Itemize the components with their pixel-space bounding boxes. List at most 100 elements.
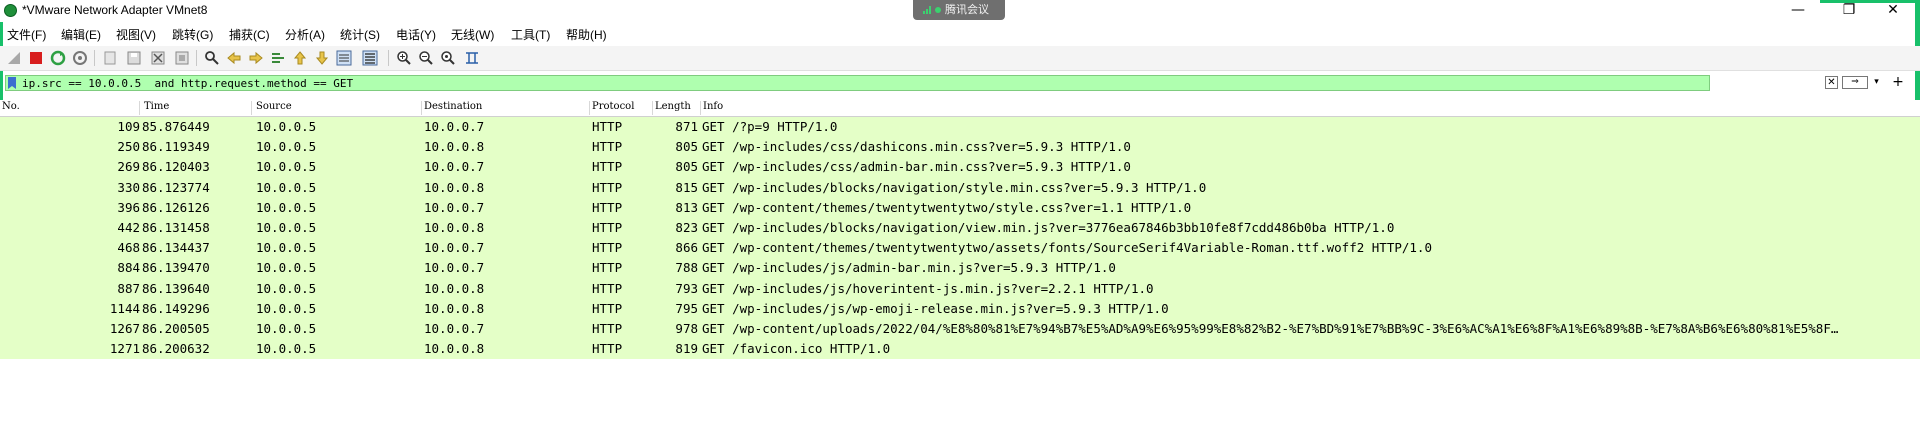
meeting-badge-label: 腾讯会议 — [945, 4, 989, 16]
packet-row[interactable]: 250 86.119349 10.0.0.5 10.0.0.8 HTTP 805 GET /… — [0, 137, 1920, 158]
packet-time: 86.126126 — [142, 199, 210, 215]
packet-row[interactable]: 884 86.139470 10.0.0.5 10.0.0.7 HTTP 788 GET /… — [0, 258, 1920, 279]
menu-help[interactable]: 帮助(H) — [566, 26, 607, 43]
tencent-meeting-badge[interactable]: 腾讯会议 — [913, 0, 1005, 20]
display-filter-text[interactable]: ip.src == 10.0.0.5 and http.request.meth… — [22, 77, 353, 90]
go-to-packet-icon[interactable] — [270, 50, 286, 66]
packet-row[interactable]: 887 86.139640 10.0.0.5 10.0.0.8 HTTP 793 GET /… — [0, 278, 1920, 299]
packet-protocol: HTTP — [592, 219, 623, 235]
menu-edit[interactable]: 编辑(E) — [61, 26, 101, 43]
last-packet-icon[interactable] — [314, 50, 330, 66]
packet-row[interactable]: 1267 86.200505 10.0.0.5 10.0.0.7 HTTP 978 GET … — [0, 318, 1920, 340]
menu-telephony[interactable]: 电话(Y) — [396, 26, 436, 43]
menu-view[interactable]: 视图(V) — [116, 26, 156, 43]
stop-capture-icon[interactable] — [28, 50, 44, 66]
packet-length: 866 — [675, 240, 698, 256]
normal-size-icon[interactable] — [440, 50, 456, 66]
packet-row[interactable]: 442 86.131458 10.0.0.5 10.0.0.8 HTTP 823 GET /… — [0, 217, 1920, 239]
first-packet-icon[interactable] — [292, 50, 308, 66]
find-packet-icon[interactable] — [204, 50, 220, 66]
column-info[interactable]: Info — [701, 101, 1911, 115]
zoom-out-icon[interactable] — [418, 50, 434, 66]
save-file-icon[interactable] — [126, 50, 142, 66]
packet-number: 442 — [117, 219, 140, 235]
capture-options-icon[interactable] — [72, 50, 88, 66]
packet-source: 10.0.0.5 — [256, 280, 317, 296]
window-title: *VMware Network Adapter VMnet8 — [22, 3, 208, 17]
packet-info: GET /wp-content/themes/twentytwentytwo/a… — [702, 240, 1432, 256]
menu-analyze[interactable]: 分析(A) — [285, 26, 325, 43]
packet-length: 788 — [675, 260, 698, 276]
column-time[interactable]: Time — [142, 101, 252, 115]
toolbar-separator — [196, 50, 197, 66]
close-file-icon[interactable] — [150, 50, 166, 66]
colorize-icon[interactable] — [362, 50, 378, 66]
packet-row[interactable]: 468 86.134437 10.0.0.5 10.0.0.7 HTTP 866 GET /… — [0, 238, 1920, 259]
packet-source: 10.0.0.5 — [256, 320, 317, 336]
go-forward-icon[interactable] — [248, 50, 264, 66]
restart-capture-icon[interactable] — [50, 50, 66, 66]
column-destination[interactable]: Destination — [422, 101, 590, 115]
packet-time: 86.131458 — [142, 219, 210, 235]
packet-row[interactable]: 396 86.126126 10.0.0.5 10.0.0.7 HTTP 813 GET /… — [0, 197, 1920, 218]
packet-row[interactable]: 1271 86.200632 10.0.0.5 10.0.0.8 HTTP 819 GET … — [0, 339, 1920, 360]
packet-source: 10.0.0.5 — [256, 139, 317, 155]
packet-row[interactable]: 269 86.120403 10.0.0.5 10.0.0.7 HTTP 805 GET /… — [0, 157, 1920, 178]
packet-source: 10.0.0.5 — [256, 240, 317, 256]
packet-length: 805 — [675, 139, 698, 155]
start-capture-icon[interactable] — [6, 50, 22, 66]
packet-number: 1267 — [109, 320, 140, 336]
packet-length: 805 — [675, 159, 698, 175]
column-source[interactable]: Source — [254, 101, 422, 115]
open-file-icon[interactable] — [102, 50, 118, 66]
autoscroll-icon[interactable] — [336, 50, 352, 66]
packet-length: 871 — [675, 119, 698, 134]
packet-length: 823 — [675, 219, 698, 235]
packet-row[interactable]: 330 86.123774 10.0.0.5 10.0.0.8 HTTP 815 GET /… — [0, 177, 1920, 198]
minimize-button[interactable]: — — [1775, 0, 1821, 22]
packet-time: 86.134437 — [142, 240, 210, 256]
apply-filter-button[interactable]: ⇒ — [1842, 76, 1868, 89]
reload-icon[interactable] — [174, 50, 190, 66]
maximize-button[interactable]: ❐ — [1826, 0, 1872, 22]
filter-history-dropdown[interactable]: ▾ — [1870, 76, 1883, 89]
display-filter-input[interactable]: ip.src == 10.0.0.5 and http.request.meth… — [5, 75, 1710, 91]
packet-number: 1271 — [109, 341, 140, 357]
menu-wireless[interactable]: 无线(W) — [451, 26, 494, 43]
menu-capture[interactable]: 捕获(C) — [229, 26, 270, 43]
packet-number: 109 — [117, 119, 140, 134]
packet-protocol: HTTP — [592, 199, 623, 215]
packet-time: 86.200632 — [142, 341, 210, 357]
packet-row[interactable]: 1144 86.149296 10.0.0.5 10.0.0.8 HTTP 795 GET … — [0, 298, 1920, 319]
go-back-icon[interactable] — [226, 50, 242, 66]
packet-time: 86.120403 — [142, 159, 210, 175]
packet-time: 86.123774 — [142, 179, 210, 195]
main-toolbar — [0, 46, 1920, 71]
packet-source: 10.0.0.5 — [256, 199, 317, 215]
add-filter-button[interactable]: + — [1890, 74, 1906, 90]
menu-tools[interactable]: 工具(T) — [511, 26, 550, 43]
zoom-in-icon[interactable] — [396, 50, 412, 66]
clear-filter-button[interactable]: ✕ — [1825, 76, 1838, 89]
packet-destination: 10.0.0.8 — [424, 179, 485, 195]
column-protocol[interactable]: Protocol — [590, 101, 653, 115]
bookmark-icon[interactable] — [8, 77, 16, 89]
menu-bar: 文件(F) 编辑(E) 视图(V) 跳转(G) 捕获(C) 分析(A) 统计(S… — [0, 24, 1920, 44]
packet-protocol: HTTP — [592, 341, 623, 357]
packet-info: GET /favicon.ico HTTP/1.0 — [702, 341, 891, 357]
menu-file[interactable]: 文件(F) — [7, 26, 46, 43]
packet-protocol: HTTP — [592, 320, 623, 336]
toolbar-separator — [94, 50, 95, 66]
column-length[interactable]: Length — [653, 101, 701, 115]
packet-row[interactable]: 109 85.876449 10.0.0.5 10.0.0.7 HTTP 871 GET /… — [0, 117, 1920, 138]
packet-source: 10.0.0.5 — [256, 119, 317, 134]
packet-time: 86.139640 — [142, 280, 210, 296]
menu-go[interactable]: 跳转(G) — [172, 26, 213, 43]
column-no[interactable]: No. — [0, 101, 140, 115]
resize-columns-icon[interactable] — [464, 50, 480, 66]
packet-protocol: HTTP — [592, 119, 623, 134]
close-button[interactable]: ✕ — [1870, 0, 1916, 22]
packet-number: 1144 — [109, 300, 140, 316]
menu-statistics[interactable]: 统计(S) — [340, 26, 380, 43]
packet-destination: 10.0.0.8 — [424, 139, 485, 155]
